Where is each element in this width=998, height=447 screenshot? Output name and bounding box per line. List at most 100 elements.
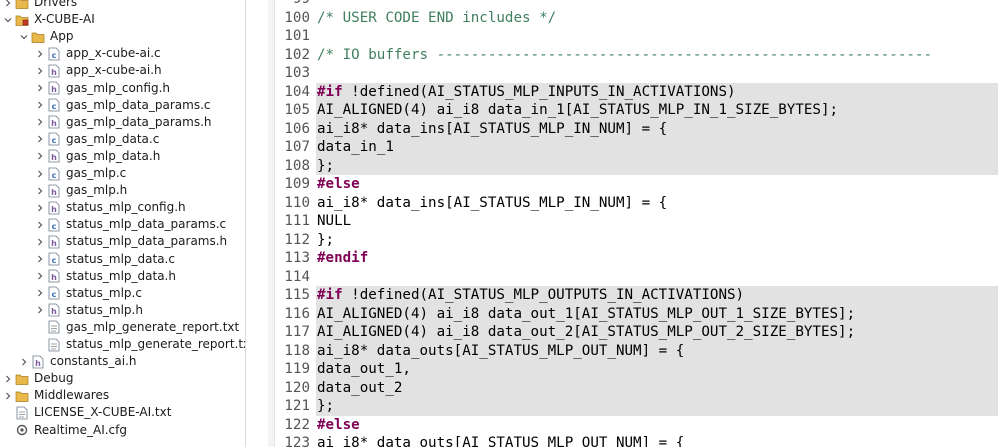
code-line[interactable]: 119 data_out_1, bbox=[268, 360, 998, 379]
chevron-right-icon[interactable] bbox=[34, 152, 46, 160]
tree-item[interactable]: h gas_mlp_data.h bbox=[0, 148, 245, 165]
chevron-right-icon[interactable] bbox=[34, 84, 46, 92]
code-line[interactable]: 123 ai_i8* data_outs[AI_STATUS_MLP_OUT_NU… bbox=[268, 434, 998, 447]
code-line[interactable]: 102 /* IO buffers -----------------------… bbox=[268, 46, 998, 65]
h-file-icon: h bbox=[46, 303, 62, 318]
tree-item[interactable]: X-CUBE-AI bbox=[0, 11, 245, 28]
h-file-icon: h bbox=[46, 115, 62, 130]
tree-item[interactable]: h status_mlp_config.h bbox=[0, 199, 245, 216]
tree-item[interactable]: Debug bbox=[0, 370, 245, 387]
code-token: ai_i8* data_outs[AI_STATUS_MLP_OUT_NUM] … bbox=[317, 342, 685, 359]
svg-text:h: h bbox=[51, 239, 57, 248]
code-line[interactable]: 112}; bbox=[268, 231, 998, 250]
tree-item-label: status_mlp_data.h bbox=[66, 268, 176, 283]
chevron-right-icon[interactable] bbox=[34, 255, 46, 263]
tree-item-label: gas_mlp_generate_report.txt bbox=[66, 319, 240, 334]
code-line[interactable]: 120 data_out_2 bbox=[268, 378, 998, 397]
tree-item[interactable]: Middlewares bbox=[0, 387, 245, 404]
chevron-right-icon[interactable] bbox=[34, 118, 46, 126]
tree-item[interactable]: c status_mlp.c bbox=[0, 285, 245, 302]
code-line[interactable]: 117 AI_ALIGNED(4) ai_i8 data_out_2[AI_STA… bbox=[268, 323, 998, 342]
code-line[interactable]: 107 data_in_1 bbox=[268, 138, 998, 157]
code-line[interactable]: 116 AI_ALIGNED(4) ai_i8 data_out_1[AI_STA… bbox=[268, 304, 998, 323]
chevron-down-icon[interactable] bbox=[18, 33, 30, 41]
chevron-right-icon[interactable] bbox=[2, 0, 14, 7]
code-text: /* IO buffers --------------------------… bbox=[317, 46, 932, 65]
tree-item[interactable]: Drivers bbox=[0, 0, 245, 11]
code-token: ai_i8* data_ins[AI_STATUS_MLP_IN_NUM] = … bbox=[317, 120, 668, 137]
tree-item[interactable]: c app_x-cube-ai.c bbox=[0, 45, 245, 62]
text-file-icon bbox=[46, 320, 62, 335]
line-number: 118 bbox=[284, 342, 310, 359]
chevron-right-icon[interactable] bbox=[34, 272, 46, 280]
code-text: AI_ALIGNED(4) ai_i8 data_out_2[AI_STATUS… bbox=[317, 323, 855, 342]
code-line[interactable]: 122 #else bbox=[268, 416, 998, 435]
tree-item[interactable]: h status_mlp.h bbox=[0, 302, 245, 319]
chevron-right-icon[interactable] bbox=[34, 221, 46, 229]
code-line[interactable]: 101 bbox=[268, 27, 998, 46]
inactive-code-highlight bbox=[316, 138, 998, 157]
tree-item[interactable]: c status_mlp_data.c bbox=[0, 251, 245, 268]
chevron-right-icon[interactable] bbox=[34, 101, 46, 109]
chevron-down-icon[interactable] bbox=[2, 16, 14, 24]
chevron-right-icon[interactable] bbox=[18, 358, 30, 366]
code-line[interactable]: 108}; bbox=[268, 156, 998, 175]
h-file-icon: h bbox=[46, 81, 62, 96]
tree-item[interactable]: c status_mlp_data_params.c bbox=[0, 216, 245, 233]
code-line[interactable]: 99 bbox=[268, 0, 998, 9]
code-token: !defined(AI_STATUS_MLP_OUTPUTS_IN_ACTIVA… bbox=[342, 287, 745, 303]
tree-item[interactable]: h status_mlp_data_params.h bbox=[0, 233, 245, 250]
chevron-right-icon[interactable] bbox=[34, 170, 46, 178]
svg-text:h: h bbox=[51, 188, 57, 197]
chevron-right-icon[interactable] bbox=[34, 135, 46, 143]
code-token: data_out_1, bbox=[317, 361, 411, 377]
code-line[interactable]: 114 bbox=[268, 268, 998, 287]
code-line-background bbox=[316, 249, 998, 268]
chevron-right-icon[interactable] bbox=[34, 306, 46, 314]
tree-item[interactable]: h constants_ai.h bbox=[0, 353, 245, 370]
tree-item-label: Debug bbox=[34, 371, 74, 386]
code-line[interactable]: 113 #endif bbox=[268, 249, 998, 268]
code-line[interactable]: 121}; bbox=[268, 397, 998, 416]
chevron-right-icon[interactable] bbox=[34, 204, 46, 212]
tree-item[interactable]: gas_mlp_generate_report.txt bbox=[0, 319, 245, 336]
code-line[interactable]: 118 ai_i8* data_outs[AI_STATUS_MLP_OUT_NU… bbox=[268, 341, 998, 360]
tree-item[interactable]: c gas_mlp_data.c bbox=[0, 131, 245, 148]
code-line[interactable]: 105 AI_ALIGNED(4) ai_i8 data_in_1[AI_STAT… bbox=[268, 101, 998, 120]
tree-item[interactable]: c gas_mlp_data_params.c bbox=[0, 97, 245, 114]
chevron-right-icon[interactable] bbox=[34, 187, 46, 195]
line-number: 117 bbox=[284, 324, 310, 340]
tree-item-label: status_mlp.h bbox=[66, 302, 143, 317]
tree-item[interactable]: status_mlp_generate_report.txt bbox=[0, 336, 245, 353]
code-token: }; bbox=[317, 231, 335, 248]
tree-item[interactable]: h gas_mlp_data_params.h bbox=[0, 114, 245, 131]
tree-item-label: gas_mlp.c bbox=[66, 166, 127, 180]
tree-item[interactable]: h gas_mlp.h bbox=[0, 182, 245, 199]
tree-item[interactable]: h gas_mlp_config.h bbox=[0, 80, 245, 97]
chevron-right-icon[interactable] bbox=[2, 392, 14, 400]
chevron-right-icon[interactable] bbox=[34, 50, 46, 58]
tree-item[interactable]: c gas_mlp.c bbox=[0, 165, 245, 182]
tree-item[interactable]: App bbox=[0, 28, 245, 45]
tree-item[interactable]: h app_x-cube-ai.h bbox=[0, 62, 245, 79]
code-line[interactable]: 106 ai_i8* data_ins[AI_STATUS_MLP_IN_NUM]… bbox=[268, 119, 998, 138]
code-line[interactable]: 104 #if !defined(AI_STATUS_MLP_INPUTS_IN_… bbox=[268, 82, 998, 101]
tree-item[interactable]: h status_mlp_data.h bbox=[0, 268, 245, 285]
chevron-right-icon[interactable] bbox=[34, 238, 46, 246]
chevron-right-icon[interactable] bbox=[34, 289, 46, 297]
code-line[interactable]: 103 bbox=[268, 64, 998, 83]
code-line[interactable]: 100 /* USER CODE END includes */ bbox=[268, 9, 998, 28]
chevron-right-icon[interactable] bbox=[2, 375, 14, 383]
code-line[interactable]: 110 ai_i8* data_ins[AI_STATUS_MLP_IN_NUM]… bbox=[268, 194, 998, 213]
code-text: }; bbox=[317, 231, 334, 250]
code-line[interactable]: 109 #else bbox=[268, 175, 998, 194]
folder-icon bbox=[14, 388, 30, 403]
tree-item[interactable]: Realtime_AI.cfg bbox=[0, 422, 245, 439]
chevron-right-icon[interactable] bbox=[34, 67, 46, 75]
tree-item[interactable]: LICENSE_X-CUBE-AI.txt bbox=[0, 404, 245, 421]
code-line[interactable]: 115 #if !defined(AI_STATUS_MLP_OUTPUTS_IN… bbox=[268, 286, 998, 305]
line-number: 110 bbox=[284, 194, 310, 211]
code-editor[interactable]: 99100 /* USER CODE END includes */ 101 102 /… bbox=[268, 0, 998, 447]
code-line[interactable]: 111 NULL bbox=[268, 212, 998, 231]
tree-item-label: Drivers bbox=[34, 0, 78, 9]
